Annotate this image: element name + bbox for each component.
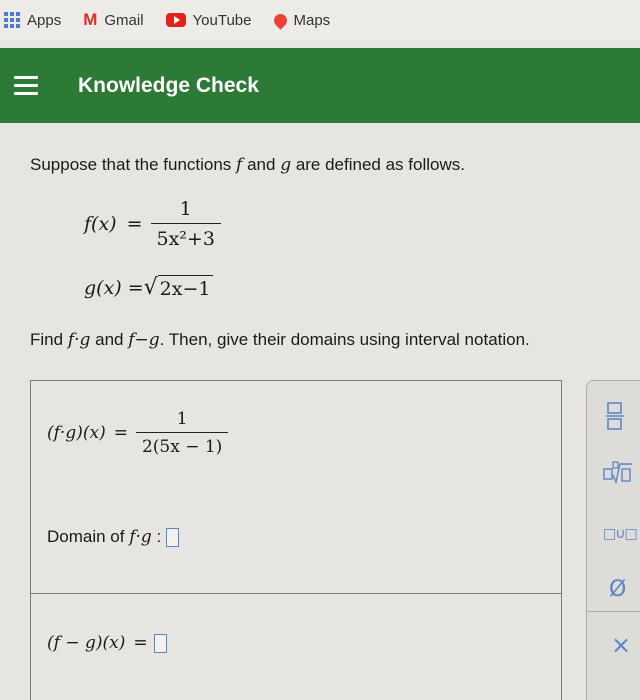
fraction-icon-svg [606, 402, 624, 430]
bookmark-youtube-label: YouTube [192, 11, 252, 29]
equals-sign: = [133, 633, 148, 653]
sqrt-expression: √ 2x−1 [144, 275, 214, 300]
equals-sign: = [113, 423, 128, 443]
instructions-rest: . Then, give their domains using interva… [159, 330, 530, 349]
instructions: Find f·g and f−g. Then, give their domai… [30, 330, 530, 350]
page-header: Knowledge Check [0, 48, 640, 123]
function-f-symbol: f [236, 155, 243, 175]
toolbar-divider [587, 611, 640, 612]
domain-row: Domain of f·g : [47, 527, 179, 548]
bookmark-gmail[interactable]: M Gmail [83, 10, 143, 30]
bookmark-apps[interactable]: Apps [4, 12, 61, 29]
difference-answer: (f − g)(x) = [47, 633, 167, 653]
and-word: and [95, 330, 124, 349]
function-g-symbol: g [280, 155, 292, 175]
apps-grid-icon [4, 12, 20, 28]
f-definition: f(x) = 1 5x²+3 [84, 198, 229, 250]
gmail-icon: M [83, 10, 98, 29]
intro-and: and [247, 155, 276, 174]
bookmarks-bar: Apps M Gmail YouTube Maps [0, 0, 640, 40]
product-fraction: 1 2(5x − 1) [135, 409, 229, 457]
clear-icon[interactable]: × [611, 631, 631, 659]
product-lhs: (f·g)(x) [47, 423, 106, 443]
domain-colon: : [156, 527, 162, 546]
domain-expression: f·g [129, 527, 152, 547]
difference-lhs: (f − g)(x) [47, 633, 126, 653]
bookmark-apps-label: Apps [27, 11, 62, 29]
g-radicand: 2x−1 [157, 275, 214, 300]
product-symbol: f·g [67, 330, 91, 350]
bookmark-maps-label: Maps [293, 11, 331, 29]
f-numerator: 1 [179, 198, 192, 220]
g-definition: g(x) = √ 2x−1 [84, 275, 214, 300]
intro-text-end: are defined as follows. [295, 155, 465, 174]
union-icon[interactable]: □∪□ [603, 526, 638, 542]
f-denominator: 5x²+3 [150, 223, 221, 250]
product-numerator: 1 [176, 409, 188, 429]
fraction-icon[interactable] [605, 401, 625, 435]
math-toolbar: □∪□ Ø × [586, 380, 640, 700]
sqrt-icon: √ [143, 275, 158, 300]
bookmark-gmail-label: Gmail [104, 11, 144, 29]
intro-text: Suppose that the functions [30, 155, 232, 174]
maps-pin-icon [270, 10, 290, 30]
bookmark-maps[interactable]: Maps [270, 10, 331, 30]
equals-sign: = [126, 213, 143, 235]
difference-input[interactable] [153, 633, 167, 653]
page-title: Knowledge Check [78, 73, 259, 97]
find-word: Find [30, 330, 64, 349]
domain-input[interactable] [166, 528, 179, 548]
domain-label: Domain of [47, 527, 125, 546]
answer-panel: (f·g)(x) = 1 2(5x − 1) Domain of f·g : (… [30, 380, 562, 700]
problem-statement: Suppose that the functions f and g are d… [30, 155, 465, 175]
answer-divider [31, 593, 561, 594]
bookmark-youtube[interactable]: YouTube [165, 11, 252, 29]
empty-set-icon[interactable]: Ø [609, 577, 626, 602]
youtube-icon [165, 13, 186, 27]
difference-symbol: f−g [128, 330, 160, 350]
equals-sign: = [127, 276, 144, 299]
f-fraction: 1 5x²+3 [150, 198, 221, 250]
product-denominator: 2(5x − 1) [135, 432, 229, 457]
g-lhs: g(x) [84, 276, 122, 299]
nth-root-icon[interactable] [603, 461, 633, 489]
nth-root-icon-svg [603, 461, 632, 485]
hamburger-menu-icon[interactable] [14, 76, 38, 95]
f-lhs: f(x) [84, 213, 117, 235]
product-answer: (f·g)(x) = 1 2(5x − 1) [47, 409, 236, 457]
